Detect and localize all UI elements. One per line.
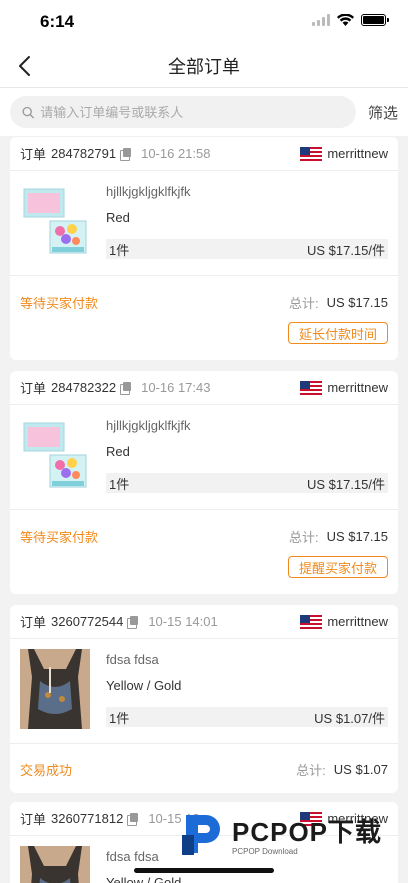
- item-spec: Red: [106, 444, 130, 459]
- total-amount: US $17.15: [326, 528, 388, 544]
- item-name: hjllkjgkljgklfkjfk: [106, 184, 191, 199]
- order-header: 订单 284782322 10-16 17:43 merrittnew: [10, 371, 398, 405]
- seller[interactable]: merrittnew: [300, 614, 388, 629]
- order-card[interactable]: 订单 3260772544 10-15 14:01 merrittnew fds…: [10, 605, 398, 793]
- us-flag-icon: [300, 614, 323, 629]
- order-time: 10-15 14:01: [148, 614, 218, 629]
- order-label: 订单: [20, 381, 47, 396]
- copy-icon[interactable]: [120, 147, 132, 161]
- item-price: US $17.15/件: [306, 476, 385, 492]
- watermark-main: PCPOP下载: [232, 817, 383, 847]
- qty-price-bar: 1件 US $1.07/件: [106, 707, 388, 727]
- order-label: 订单: [20, 812, 47, 827]
- search-row: 筛选: [0, 88, 408, 136]
- item-name: hjllkjgkljgklfkjfk: [106, 418, 191, 433]
- page-title: 全部订单: [168, 56, 240, 77]
- seller[interactable]: merrittnew: [300, 146, 388, 161]
- back-arrow-icon: [19, 56, 30, 76]
- order-status: 等待买家付款: [20, 529, 99, 545]
- order-footer: 交易成功 总计: US $1.07: [10, 743, 398, 793]
- status-bar: 6:14: [0, 0, 408, 44]
- order-item[interactable]: fdsa fdsa Yellow / Gold 1件 US $1.07/件: [10, 639, 398, 743]
- us-flag-icon: [300, 380, 323, 395]
- qty-price-bar: 1件 US $17.15/件: [106, 473, 388, 493]
- order-number: 284782322: [51, 380, 117, 395]
- status-time: 6:14: [40, 12, 75, 31]
- item-name: fdsa fdsa: [106, 652, 159, 667]
- item-spec: Red: [106, 210, 130, 225]
- seller-name: merrittnew: [327, 146, 388, 161]
- pcpop-logo-icon: [182, 815, 220, 855]
- order-label: 订单: [20, 615, 47, 630]
- item-qty: 1件: [109, 476, 130, 492]
- item-details: hjllkjgkljgklfkjfk Red 1件 US $17.15/件: [106, 181, 388, 265]
- order-item[interactable]: hjllkjgkljgklfkjfk Red 1件 US $17.15/件: [10, 405, 398, 509]
- item-details: fdsa fdsa Yellow / Gold 1件 US $1.07/件: [106, 649, 388, 733]
- nav-bar: 全部订单: [0, 44, 408, 88]
- total-label: 总计:: [296, 762, 326, 778]
- order-header: 订单 3260772544 10-15 14:01 merrittnew: [10, 605, 398, 639]
- status-icons: [312, 14, 389, 26]
- order-footer: 等待买家付款 总计: US $17.15 延长付款时间: [10, 275, 398, 360]
- total-label: 总计:: [288, 529, 319, 545]
- home-indicator[interactable]: [134, 868, 274, 873]
- us-flag-icon: [300, 146, 323, 161]
- seller-name: merrittnew: [327, 614, 388, 629]
- wifi-icon: [337, 14, 354, 26]
- total-label: 总计:: [288, 295, 319, 311]
- product-thumbnail[interactable]: [20, 181, 90, 261]
- order-item[interactable]: hjllkjgkljgklfkjfk Red 1件 US $17.15/件: [10, 171, 398, 275]
- extend-payment-button[interactable]: 延长付款时间: [287, 322, 388, 344]
- total-amount: US $17.15: [326, 294, 388, 310]
- order-card[interactable]: 订单 284782322 10-16 17:43 merrittnew hjll…: [10, 371, 398, 594]
- item-price: US $17.15/件: [306, 242, 385, 258]
- order-number: 3260772544: [51, 614, 124, 629]
- product-thumbnail[interactable]: [20, 846, 90, 883]
- order-number: 3260771812: [51, 811, 124, 826]
- search-input[interactable]: [40, 104, 344, 120]
- order-number: 284782791: [51, 146, 117, 161]
- copy-icon[interactable]: [120, 381, 132, 395]
- order-time: 10-16 21:58: [141, 146, 211, 161]
- search-box[interactable]: [10, 96, 356, 128]
- order-label: 订单: [20, 147, 47, 162]
- item-details: hjllkjgkljgklfkjfk Red 1件 US $17.15/件: [106, 415, 388, 499]
- order-header: 订单 284782791 10-16 21:58 merrittnew: [10, 137, 398, 171]
- seller-name: merrittnew: [327, 380, 388, 395]
- filter-button[interactable]: 筛选: [368, 102, 398, 123]
- seller[interactable]: merrittnew: [300, 380, 388, 395]
- copy-icon[interactable]: [127, 812, 139, 826]
- item-price: US $1.07/件: [314, 710, 385, 726]
- item-qty: 1件: [109, 710, 130, 726]
- order-card[interactable]: 订单 284782791 10-16 21:58 merrittnew hjll…: [10, 137, 398, 360]
- copy-icon[interactable]: [127, 615, 139, 629]
- qty-price-bar: 1件 US $17.15/件: [106, 239, 388, 259]
- total-amount: US $1.07: [333, 761, 388, 777]
- order-status: 等待买家付款: [20, 295, 99, 311]
- order-time: 10-16 17:43: [141, 380, 211, 395]
- product-thumbnail[interactable]: [20, 649, 90, 729]
- product-thumbnail[interactable]: [20, 415, 90, 495]
- item-qty: 1件: [109, 242, 130, 258]
- order-status: 交易成功: [20, 762, 73, 778]
- signal-icon: [312, 14, 330, 26]
- watermark: PCPOP下载 PCPOP Download: [180, 802, 400, 866]
- remind-buyer-button[interactable]: 提醒买家付款: [287, 556, 388, 578]
- search-icon: [22, 106, 34, 118]
- item-spec: Yellow / Gold: [106, 875, 182, 883]
- back-button[interactable]: [10, 52, 38, 80]
- item-spec: Yellow / Gold: [106, 678, 182, 693]
- battery-icon: [361, 14, 389, 26]
- order-footer: 等待买家付款 总计: US $17.15 提醒买家付款: [10, 509, 398, 594]
